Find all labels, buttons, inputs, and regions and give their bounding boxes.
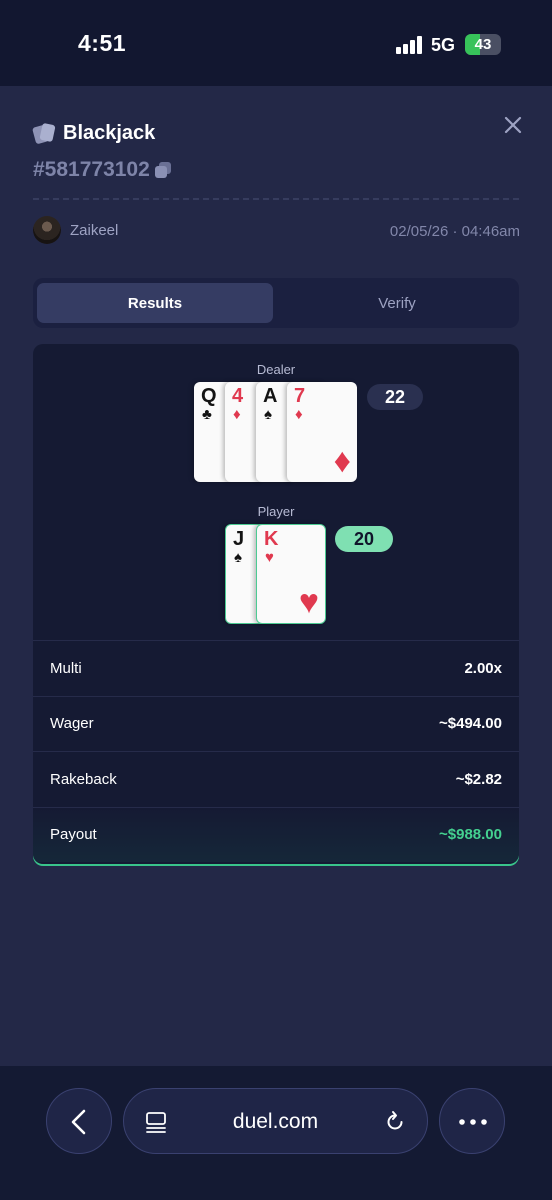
dealer-score: 22 xyxy=(367,384,423,410)
summary-value: ~$2.82 xyxy=(455,770,502,788)
playing-card: K ♥ ♥ xyxy=(256,524,326,624)
card-rank: K xyxy=(264,528,279,550)
bet-details-modal: Blackjack #581773102 Zaikeel 02/05/26 · … xyxy=(0,86,552,1066)
card-suit-icon: ♠ xyxy=(234,549,242,566)
card-rank: Q xyxy=(201,385,217,407)
tab-results[interactable]: Results xyxy=(37,283,273,323)
summary-value: ~$494.00 xyxy=(439,715,502,733)
card-suit-icon: ♥ xyxy=(265,549,274,566)
dealer-label: Dealer xyxy=(256,362,296,377)
username: Zaikeel xyxy=(70,221,119,239)
summary-row-rakeback: Rakeback ~$2.82 xyxy=(33,751,519,807)
close-icon[interactable] xyxy=(500,112,526,138)
card-rank: 4 xyxy=(232,385,244,407)
chevron-left-icon xyxy=(71,1109,86,1135)
playing-card: 7 ♦ ♦ xyxy=(287,382,357,482)
battery-icon: 43 xyxy=(465,34,501,55)
user-row[interactable]: Zaikeel xyxy=(33,216,118,244)
card-rank: A xyxy=(263,385,278,407)
modal-title: Blackjack xyxy=(63,121,156,144)
summary-label: Rakeback xyxy=(50,770,117,788)
tab-bar: Results Verify xyxy=(33,278,519,328)
game-id: #581773102 xyxy=(33,158,150,181)
avatar xyxy=(33,216,61,244)
more-dots-icon xyxy=(459,1119,487,1125)
summary-row-multi: Multi 2.00x xyxy=(33,640,519,696)
summary-value: 2.00x xyxy=(464,659,502,677)
reload-icon[interactable] xyxy=(382,1109,408,1135)
player-score: 20 xyxy=(335,526,393,552)
summary-label: Payout xyxy=(50,826,97,844)
summary-row-payout: Payout ~$988.00 xyxy=(33,806,519,862)
divider xyxy=(33,198,519,200)
more-button[interactable] xyxy=(439,1088,505,1154)
status-time: 4:51 xyxy=(78,30,127,56)
summary-list: Multi 2.00x Wager ~$494.00 Rakeback ~$2.… xyxy=(33,640,519,862)
summary-row-wager: Wager ~$494.00 xyxy=(33,695,519,752)
bet-datetime: 02/05/26 · 04:46am xyxy=(389,223,520,240)
card-suit-icon: ♣ xyxy=(202,406,212,423)
card-suit-icon: ♦ xyxy=(295,406,303,423)
card-suit-large-icon: ♥ xyxy=(298,583,319,621)
signal-icon xyxy=(396,36,424,54)
summary-label: Multi xyxy=(50,659,82,677)
modal-header: Blackjack xyxy=(32,120,156,146)
network-type: 5G xyxy=(431,35,456,55)
status-bar: 4:51 5G 43 xyxy=(0,0,552,86)
card-suit-icon: ♠ xyxy=(264,406,272,423)
card-suit-icon: ♦ xyxy=(233,406,241,423)
card-rank: J xyxy=(233,528,245,550)
summary-value: ~$988.00 xyxy=(439,826,502,844)
back-button[interactable] xyxy=(46,1088,112,1154)
player-label: Player xyxy=(257,504,295,519)
tab-verify[interactable]: Verify xyxy=(279,283,515,323)
game-id-row: #581773102 xyxy=(33,158,172,182)
results-card: Dealer Q ♣ 4 ♦ A ♠ 7 ♦ ♦ 22 Player J ♠ K ♥ ♥ 20 Mult… xyxy=(33,344,519,864)
copy-icon[interactable] xyxy=(154,161,172,179)
card-suit-large-icon: ♦ xyxy=(333,442,351,480)
summary-label: Wager xyxy=(50,715,94,733)
address-bar[interactable]: duel.com xyxy=(123,1088,428,1154)
browser-toolbar: duel.com xyxy=(0,1066,552,1200)
cards-icon xyxy=(32,122,56,145)
card-rank: 7 xyxy=(294,385,306,407)
battery-level: 43 xyxy=(474,36,492,53)
